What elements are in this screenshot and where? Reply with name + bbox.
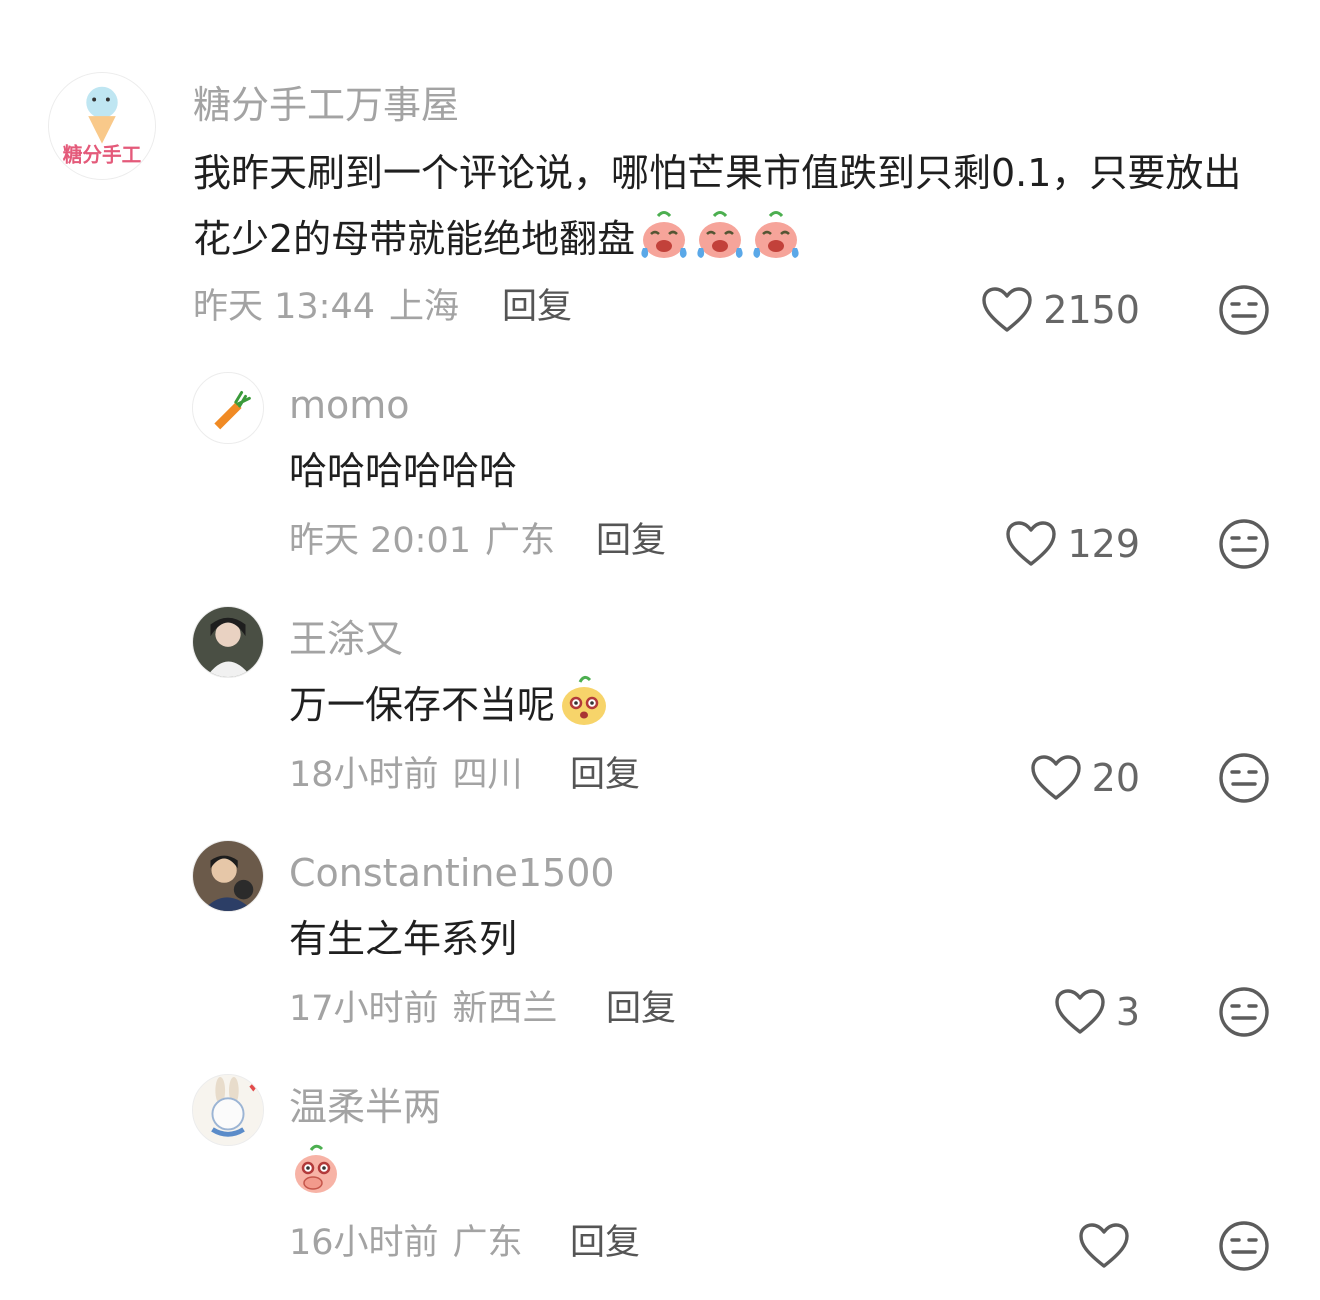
- like-button[interactable]: 129: [1005, 520, 1140, 568]
- comment-text: 哈哈哈哈哈哈: [289, 438, 1320, 504]
- comment-meta: 16小时前 广东: [289, 1226, 537, 1261]
- reply-button[interactable]: 回复: [502, 290, 572, 325]
- user-avatar[interactable]: [192, 372, 264, 444]
- dislike-button[interactable]: [1218, 752, 1270, 804]
- crying-laugh-sticker: [637, 208, 691, 262]
- comment-location: 四川: [452, 755, 523, 795]
- comment-text-body: 哈哈哈哈哈哈: [289, 449, 518, 493]
- comment-time: 18小时前: [289, 755, 439, 795]
- shocked-face-sticker: [557, 674, 611, 728]
- dislike-button[interactable]: [1218, 284, 1270, 336]
- meh-face-icon: [1218, 986, 1270, 1038]
- comment-username[interactable]: 糖分手工万事屋: [193, 86, 459, 124]
- comment-time: 16小时前: [289, 1223, 439, 1263]
- reply-comment-item: momo 哈哈哈哈哈哈 昨天 20:01 广东 回复 129: [0, 350, 1320, 584]
- comment-text: [289, 1140, 1320, 1206]
- reply-button[interactable]: 回复: [596, 524, 666, 559]
- heart-outline-icon: [1054, 988, 1106, 1036]
- user-avatar[interactable]: [192, 606, 264, 678]
- reply-comment-item: 王涂又 万一保存不当呢 18小时前 四川 回复 20: [0, 584, 1320, 818]
- like-button[interactable]: [1078, 1222, 1140, 1270]
- comment-username[interactable]: Constantine1500: [289, 854, 615, 892]
- comment-meta: 17小时前 新西兰: [289, 992, 572, 1027]
- cover-mouth-sticker: [289, 1142, 343, 1196]
- comment-meta: 昨天 20:01 广东: [289, 524, 569, 559]
- comment-text: 有生之年系列: [289, 906, 1320, 972]
- heart-outline-icon: [1078, 1222, 1130, 1270]
- comment-username[interactable]: 王涂又: [289, 620, 403, 658]
- comment-location: 新西兰: [452, 989, 558, 1029]
- like-count: 129: [1067, 522, 1140, 566]
- meh-face-icon: [1218, 518, 1270, 570]
- reply-button[interactable]: 回复: [606, 992, 676, 1027]
- comment-time: 昨天 20:01: [289, 521, 471, 561]
- comment-location: 上海: [389, 287, 460, 327]
- meh-face-icon: [1218, 752, 1270, 804]
- comment-time: 17小时前: [289, 989, 439, 1029]
- crying-laugh-sticker: [693, 208, 747, 262]
- user-avatar[interactable]: 糖分手工: [48, 72, 156, 180]
- user-avatar[interactable]: [192, 1074, 264, 1146]
- reply-comment-item: 温柔半两 16小时前 广东 回复: [0, 1052, 1320, 1300]
- like-button[interactable]: 2150: [981, 286, 1140, 334]
- reply-comment-item: Constantine1500 有生之年系列 17小时前 新西兰 回复 3: [0, 818, 1320, 1052]
- crying-laugh-sticker: [749, 208, 803, 262]
- comment-item: 糖分手工 糖分手工万事屋 我昨天刷到一个评论说，哪怕芒果市值跌到只剩0.1，只要…: [0, 0, 1320, 350]
- comment-meta: 18小时前 四川: [289, 758, 537, 793]
- svg-text:糖分手工: 糖分手工: [63, 143, 142, 166]
- like-button[interactable]: 20: [1030, 754, 1140, 802]
- like-button[interactable]: 3: [1054, 988, 1140, 1036]
- dislike-button[interactable]: [1218, 986, 1270, 1038]
- comment-location: 广东: [452, 1223, 523, 1263]
- meh-face-icon: [1218, 1220, 1270, 1272]
- like-count: 20: [1091, 756, 1140, 800]
- comment-time: 昨天 13:44: [193, 287, 375, 327]
- comment-text-body: 有生之年系列: [289, 917, 518, 961]
- heart-outline-icon: [981, 286, 1033, 334]
- heart-outline-icon: [1030, 754, 1082, 802]
- reply-button[interactable]: 回复: [570, 1226, 640, 1261]
- user-avatar[interactable]: [192, 840, 264, 912]
- comment-username[interactable]: momo: [289, 386, 410, 424]
- comment-meta: 昨天 13:44 上海: [193, 290, 473, 325]
- heart-outline-icon: [1005, 520, 1057, 568]
- meh-face-icon: [1218, 284, 1270, 336]
- comment-text-body: 万一保存不当呢: [289, 683, 556, 727]
- like-count: 2150: [1043, 288, 1140, 332]
- comment-username[interactable]: 温柔半两: [289, 1088, 441, 1126]
- comment-text: 我昨天刷到一个评论说，哪怕芒果市值跌到只剩0.1，只要放出花少2的母带就能绝地翻…: [193, 140, 1263, 272]
- dislike-button[interactable]: [1218, 518, 1270, 570]
- comment-text: 万一保存不当呢: [289, 672, 1320, 738]
- comment-location: 广东: [485, 521, 556, 561]
- dislike-button[interactable]: [1218, 1220, 1270, 1272]
- reply-button[interactable]: 回复: [570, 758, 640, 793]
- like-count: 3: [1115, 990, 1140, 1034]
